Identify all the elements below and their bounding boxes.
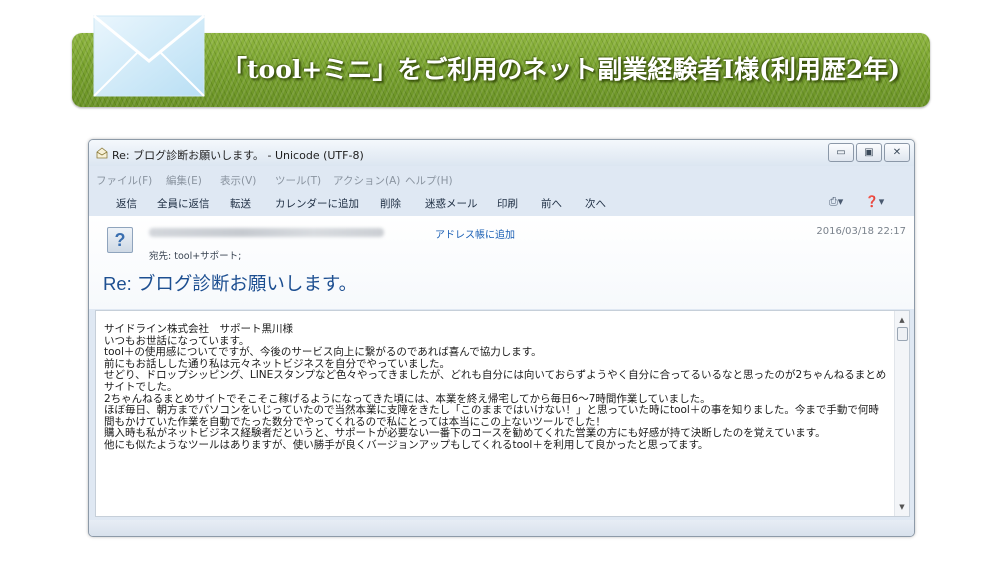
minimize-button[interactable]: ▭ bbox=[828, 143, 854, 162]
scroll-up-icon[interactable]: ▲ bbox=[895, 313, 909, 327]
menu-help[interactable]: ヘルプ(H) bbox=[405, 173, 453, 188]
mail-open-icon bbox=[96, 147, 108, 159]
help-icon[interactable]: ❓▾ bbox=[865, 195, 884, 208]
print-button[interactable]: 印刷 bbox=[497, 196, 518, 211]
toolbar: 返信 全員に返信 転送 カレンダーに追加 削除 迷惑メール 印刷 前へ 次へ ⎙… bbox=[89, 191, 914, 215]
window-titlebar[interactable]: Re: ブログ診断お願いします。 - Unicode (UTF-8) ▭ ▣ ✕ bbox=[89, 140, 914, 166]
sender-address-redacted bbox=[149, 228, 384, 237]
junk-mail-button[interactable]: 迷惑メール bbox=[425, 196, 478, 211]
delete-button[interactable]: 削除 bbox=[380, 196, 401, 211]
forward-button[interactable]: 転送 bbox=[230, 196, 251, 211]
sender-avatar: ? bbox=[107, 227, 133, 253]
vertical-scrollbar[interactable]: ▲ ▼ bbox=[894, 311, 909, 516]
menu-file[interactable]: ファイル(F) bbox=[96, 173, 152, 188]
menu-actions[interactable]: アクション(A) bbox=[333, 173, 400, 188]
status-bar bbox=[89, 520, 914, 536]
message-body: サイドライン株式会社 サポート黒川様 いつもお世話になっています。 tool＋の… bbox=[104, 323, 887, 451]
banner-title: 「tool+ミニ」をご利用のネット副業経験者I様(利用歴2年) bbox=[222, 55, 901, 84]
add-to-contacts-link[interactable]: アドレス帳に追加 bbox=[435, 226, 515, 241]
mail-window: Re: ブログ診断お願いします。 - Unicode (UTF-8) ▭ ▣ ✕… bbox=[88, 139, 915, 537]
message-date: 2016/03/18 22:17 bbox=[816, 226, 906, 237]
envelope-icon bbox=[93, 15, 205, 97]
maximize-icon: ▣ bbox=[864, 147, 874, 158]
recipient-line: 宛先: tool+サポート; bbox=[149, 251, 242, 262]
menu-edit[interactable]: 編集(E) bbox=[166, 173, 202, 188]
message-body-pane[interactable]: サイドライン株式会社 サポート黒川様 いつもお世話になっています。 tool＋の… bbox=[95, 310, 910, 517]
close-icon: ✕ bbox=[892, 147, 902, 158]
reply-button[interactable]: 返信 bbox=[116, 196, 137, 211]
minimize-icon: ▭ bbox=[836, 147, 846, 158]
menu-bar: ファイル(F) 編集(E) 表示(V) ツール(T) アクション(A) ヘルプ(… bbox=[89, 170, 914, 190]
scroll-down-icon[interactable]: ▼ bbox=[895, 500, 909, 514]
window-title: Re: ブログ診断お願いします。 - Unicode (UTF-8) bbox=[112, 149, 364, 162]
scroll-thumb[interactable] bbox=[897, 327, 908, 341]
message-header: ? アドレス帳に追加 2016/03/18 22:17 宛先: tool+サポー… bbox=[89, 216, 914, 309]
print-options-icon[interactable]: ⎙▾ bbox=[829, 195, 843, 209]
next-button[interactable]: 次へ bbox=[585, 196, 606, 211]
previous-button[interactable]: 前へ bbox=[541, 196, 562, 211]
message-subject: Re: ブログ診断お願いします。 bbox=[103, 273, 358, 294]
reply-all-button[interactable]: 全員に返信 bbox=[157, 196, 210, 211]
add-to-calendar-button[interactable]: カレンダーに追加 bbox=[275, 196, 359, 211]
maximize-button[interactable]: ▣ bbox=[856, 143, 882, 162]
menu-tools[interactable]: ツール(T) bbox=[275, 173, 321, 188]
close-button[interactable]: ✕ bbox=[884, 143, 910, 162]
menu-view[interactable]: 表示(V) bbox=[220, 173, 256, 188]
